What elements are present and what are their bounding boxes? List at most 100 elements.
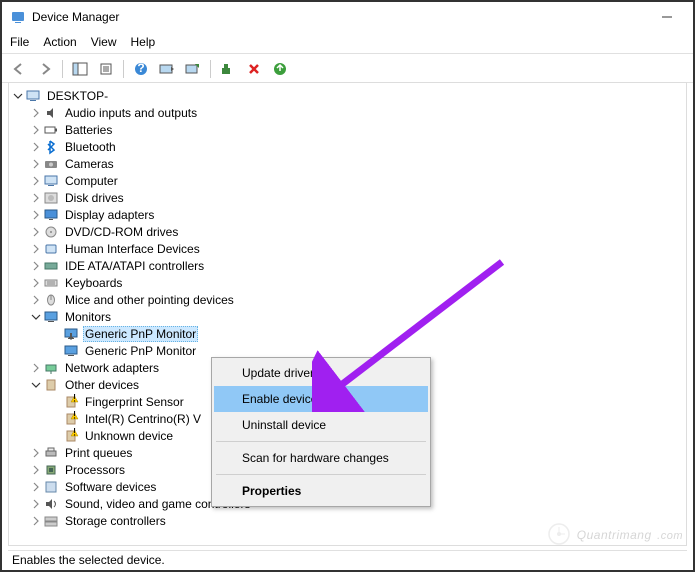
back-button[interactable]	[8, 58, 30, 80]
forward-button[interactable]	[34, 58, 56, 80]
tree-label: Computer	[63, 174, 120, 188]
tree-label: Intel(R) Centrino(R) V	[83, 412, 203, 426]
tree-root[interactable]: DESKTOP-	[9, 87, 686, 104]
computer-icon	[43, 173, 59, 189]
scan-button[interactable]	[156, 58, 178, 80]
watermark: Quantrimang .com	[547, 522, 683, 546]
tree-label: IDE ATA/ATAPI controllers	[63, 259, 206, 273]
tree-label: Batteries	[63, 123, 114, 137]
tree-label: Fingerprint Sensor	[83, 395, 186, 409]
tree-label: Human Interface Devices	[63, 242, 202, 256]
monitor-icon	[63, 326, 79, 342]
window-title: Device Manager	[32, 10, 649, 24]
chevron-right-icon[interactable]	[29, 363, 43, 373]
context-item-properties[interactable]: Properties	[214, 478, 428, 504]
svg-text:?: ?	[137, 62, 144, 75]
watermark-text: Quantrimang	[577, 528, 652, 542]
tree-category[interactable]: Human Interface Devices	[9, 240, 686, 257]
separator	[123, 60, 124, 78]
svg-text:!: !	[73, 428, 76, 439]
chevron-right-icon[interactable]	[29, 516, 43, 526]
display-icon	[43, 207, 59, 223]
chevron-down-icon[interactable]	[29, 312, 43, 322]
chevron-right-icon[interactable]	[29, 176, 43, 186]
context-item-label: Properties	[242, 484, 301, 498]
tree-category[interactable]: DVD/CD-ROM drives	[9, 223, 686, 240]
menu-action[interactable]: Action	[43, 35, 76, 49]
chevron-right-icon[interactable]	[29, 142, 43, 152]
software-icon	[43, 479, 59, 495]
ide-icon	[43, 258, 59, 274]
tree-label: Unknown device	[83, 429, 175, 443]
context-item-scan[interactable]: Scan for hardware changes	[214, 445, 428, 471]
chevron-right-icon[interactable]	[29, 193, 43, 203]
tree-category[interactable]: Disk drives	[9, 189, 686, 206]
chevron-right-icon[interactable]	[29, 448, 43, 458]
enable-button[interactable]	[217, 58, 239, 80]
tree-label: Generic PnP Monitor	[83, 326, 198, 342]
tree-label: Other devices	[63, 378, 141, 392]
minimize-button[interactable]	[649, 5, 685, 29]
tree-label: Cameras	[63, 157, 116, 171]
context-item-update-driver[interactable]: Update driver	[214, 360, 428, 386]
printer-icon	[43, 445, 59, 461]
chevron-right-icon[interactable]	[29, 499, 43, 509]
monitor-icon	[63, 343, 79, 359]
tree-label: Mice and other pointing devices	[63, 293, 236, 307]
tree-label: Bluetooth	[63, 140, 118, 154]
tree-category[interactable]: Monitors	[9, 308, 686, 325]
tree-category[interactable]: Audio inputs and outputs	[9, 104, 686, 121]
separator	[62, 60, 63, 78]
tree-category[interactable]: Display adapters	[9, 206, 686, 223]
chevron-right-icon[interactable]	[29, 125, 43, 135]
uninstall-button[interactable]	[243, 58, 265, 80]
svg-text:!: !	[73, 411, 76, 422]
bluetooth-icon	[43, 139, 59, 155]
tree-label: DESKTOP-	[45, 89, 110, 103]
chevron-right-icon[interactable]	[29, 261, 43, 271]
tree-label: Disk drives	[63, 191, 126, 205]
computer-icon	[25, 88, 41, 104]
chevron-right-icon[interactable]	[29, 210, 43, 220]
show-hide-button[interactable]	[69, 58, 91, 80]
update-driver-button[interactable]	[182, 58, 204, 80]
disk-icon	[43, 190, 59, 206]
tree-category[interactable]: Batteries	[9, 121, 686, 138]
chevron-down-icon[interactable]	[11, 91, 25, 101]
audio-icon	[43, 105, 59, 121]
menu-view[interactable]: View	[91, 35, 117, 49]
menu-help[interactable]: Help	[131, 35, 156, 49]
context-item-label: Uninstall device	[242, 418, 326, 432]
tree-category[interactable]: IDE ATA/ATAPI controllers	[9, 257, 686, 274]
chevron-right-icon[interactable]	[29, 227, 43, 237]
tree-label: Monitors	[63, 310, 113, 324]
tree-label: DVD/CD-ROM drives	[63, 225, 180, 239]
chevron-right-icon[interactable]	[29, 482, 43, 492]
network-icon	[43, 360, 59, 376]
context-item-uninstall-device[interactable]: Uninstall device	[214, 412, 428, 438]
chevron-right-icon[interactable]	[29, 278, 43, 288]
chevron-right-icon[interactable]	[29, 159, 43, 169]
properties-button[interactable]	[95, 58, 117, 80]
tree-category[interactable]: Keyboards	[9, 274, 686, 291]
chevron-down-icon[interactable]	[29, 380, 43, 390]
tree-category[interactable]: Computer	[9, 172, 686, 189]
menu-file[interactable]: File	[10, 35, 29, 49]
other-icon: !	[63, 411, 79, 427]
tree-device[interactable]: Generic PnP Monitor	[9, 325, 686, 342]
update-button[interactable]	[269, 58, 291, 80]
tree-category[interactable]: Mice and other pointing devices	[9, 291, 686, 308]
tree-category[interactable]: Cameras	[9, 155, 686, 172]
chevron-right-icon[interactable]	[29, 244, 43, 254]
context-item-enable-device[interactable]: Enable device	[214, 386, 428, 412]
tree-label: Keyboards	[63, 276, 124, 290]
chevron-right-icon[interactable]	[29, 108, 43, 118]
tree-label: Print queues	[63, 446, 134, 460]
cpu-icon	[43, 462, 59, 478]
tree-category[interactable]: Bluetooth	[9, 138, 686, 155]
tree-label: Software devices	[63, 480, 158, 494]
chevron-right-icon[interactable]	[29, 295, 43, 305]
help-button[interactable]: ?	[130, 58, 152, 80]
separator	[216, 441, 426, 442]
chevron-right-icon[interactable]	[29, 465, 43, 475]
